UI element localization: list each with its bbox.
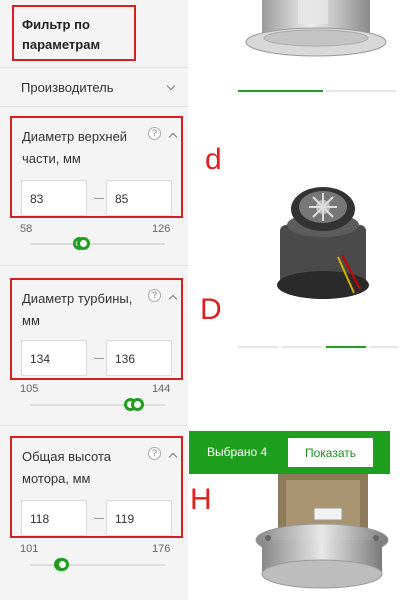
divider xyxy=(0,265,188,266)
show-results-button[interactable]: Показать xyxy=(288,438,373,467)
range-max-label: 176 xyxy=(152,543,171,555)
divider xyxy=(0,106,188,107)
gallery-indicator[interactable] xyxy=(370,346,398,348)
product-image-motor-1[interactable] xyxy=(240,0,400,80)
help-icon[interactable]: ? xyxy=(148,447,161,460)
divider xyxy=(0,425,188,426)
turbine-diameter-filter: Диаметр турбины, мм ? 134 136 xyxy=(10,278,183,380)
range-slider-track[interactable] xyxy=(30,404,165,406)
range-from-input[interactable]: 134 xyxy=(21,340,87,376)
filter-title-highlight: Фильтр по параметрам xyxy=(12,5,136,61)
selected-count: Выбрано 4 xyxy=(207,445,268,459)
chevron-up-icon[interactable] xyxy=(168,294,178,304)
filter-label: Диаметр турбины, мм xyxy=(22,291,133,328)
range-slider-thumb-to[interactable] xyxy=(77,237,91,250)
filter-title: Фильтр по параметрам xyxy=(22,17,101,52)
range-slider-track[interactable] xyxy=(30,564,165,566)
range-dash xyxy=(94,518,104,519)
filter-label: Диаметр верхней части, мм xyxy=(22,129,128,166)
gallery-indicator[interactable] xyxy=(282,346,322,348)
selection-bar: Выбрано 4 Показать xyxy=(189,431,390,474)
range-min-label: 105 xyxy=(20,383,39,395)
range-max-label: 126 xyxy=(152,223,171,235)
divider xyxy=(0,67,188,68)
gallery-indicator-active[interactable] xyxy=(326,346,366,348)
gallery-indicator-active[interactable] xyxy=(238,90,323,92)
range-to-input[interactable]: 119 xyxy=(106,500,172,536)
range-min-label: 58 xyxy=(20,223,33,235)
gallery-indicator[interactable] xyxy=(326,90,396,92)
chevron-down-icon[interactable] xyxy=(166,81,176,91)
gallery-indicator[interactable] xyxy=(238,346,278,348)
upper-diameter-filter: Диаметр верхней части, мм ? 83 85 xyxy=(10,116,183,218)
filter-label: Общая высота мотора, мм xyxy=(22,449,112,486)
range-slider-thumb-to[interactable] xyxy=(130,398,144,411)
range-dash xyxy=(94,358,104,359)
motor-height-filter: Общая высота мотора, мм ? 118 119 xyxy=(10,436,183,538)
range-from-input[interactable]: 118 xyxy=(21,500,87,536)
product-image-motor-3[interactable] xyxy=(250,474,395,600)
range-dash xyxy=(94,198,104,199)
range-min-label: 101 xyxy=(20,543,39,555)
range-slider-thumb-to[interactable] xyxy=(55,558,69,571)
range-to-input[interactable]: 85 xyxy=(106,180,172,216)
manufacturer-label: Производитель xyxy=(21,80,114,95)
help-icon[interactable]: ? xyxy=(148,127,161,140)
range-from-input[interactable]: 83 xyxy=(21,180,87,216)
annotation-H: H xyxy=(190,483,212,516)
filter-sidebar: Фильтр по параметрам Производитель Диаме… xyxy=(0,0,188,600)
help-icon[interactable]: ? xyxy=(148,289,161,302)
chevron-up-icon[interactable] xyxy=(168,132,178,142)
chevron-up-icon[interactable] xyxy=(168,452,178,462)
product-image-motor-2[interactable] xyxy=(268,185,378,310)
range-to-input[interactable]: 136 xyxy=(106,340,172,376)
range-slider-track[interactable] xyxy=(30,243,165,245)
annotation-D: D xyxy=(200,293,222,326)
annotation-d: d xyxy=(205,143,222,176)
range-max-label: 144 xyxy=(152,383,171,395)
